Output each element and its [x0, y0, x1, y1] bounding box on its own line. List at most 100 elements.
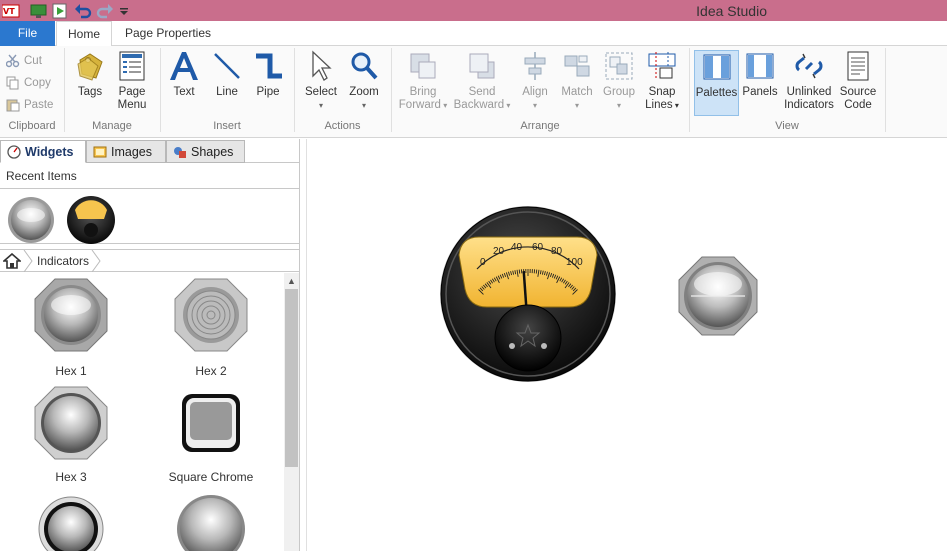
widget-hex-2[interactable]: Hex 2: [156, 277, 266, 378]
bring-forward-button[interactable]: Bring Forward ▾: [397, 50, 449, 112]
scroll-thumb[interactable]: [285, 289, 298, 467]
monitor-run-icon[interactable]: [30, 3, 48, 19]
tab-home[interactable]: Home: [56, 21, 112, 47]
gauge-tick-label: 20: [493, 246, 505, 257]
tags-label: Tags: [78, 86, 102, 98]
recent-hex-chrome-icon[interactable]: [8, 197, 54, 243]
group-label: Group: [603, 86, 635, 98]
gauge-widget-icon: [7, 145, 21, 159]
align-dropdown-icon: ▾: [533, 101, 537, 110]
tab-images[interactable]: Images: [86, 140, 166, 163]
widget-round-chrome[interactable]: [16, 491, 126, 551]
send-backward-label-line2: Backward: [454, 99, 505, 111]
breadcrumb-indicators[interactable]: Indicators: [37, 254, 89, 268]
send-backward-dropdown-icon: ▾: [504, 101, 510, 110]
tab-widgets-label: Widgets: [25, 141, 74, 163]
tags-button[interactable]: Tags: [72, 50, 108, 99]
insert-group-label: Insert: [160, 120, 294, 132]
palette-tabs: Widgets Images Shapes: [0, 139, 300, 163]
cursor-arrow-icon: [305, 50, 337, 82]
cut-button[interactable]: Cut: [6, 54, 42, 68]
group-button[interactable]: Group ▾: [601, 50, 637, 112]
page-menu-label-line1: Page: [119, 86, 146, 98]
align-button[interactable]: Align ▾: [517, 50, 553, 112]
gauge-knob: [495, 305, 561, 371]
gauge-tick: [536, 270, 537, 274]
line-button[interactable]: Line: [211, 50, 243, 99]
bring-forward-dropdown-icon: ▾: [441, 101, 447, 110]
vu-meter-gauge[interactable]: 0 20 40 60 80 100: [440, 206, 616, 382]
gauge-tick-label: 80: [551, 246, 563, 257]
match-icon: [561, 50, 593, 82]
send-backward-button[interactable]: Send Backward ▾: [453, 50, 511, 112]
source-code-icon: [842, 50, 874, 82]
text-icon: [168, 50, 200, 82]
square-chrome-icon: [173, 385, 249, 461]
panels-label: Panels: [742, 86, 777, 98]
unlinked-indicators-button[interactable]: Unlinked Indicators: [783, 50, 835, 112]
panels-icon: [744, 50, 776, 82]
home-icon[interactable]: [3, 253, 21, 269]
panels-button[interactable]: Panels: [741, 50, 779, 99]
design-canvas[interactable]: 0 20 40 60 80 100: [306, 139, 947, 551]
copy-icon: [6, 76, 20, 90]
match-label: Match: [561, 86, 592, 98]
actions-group-label: Actions: [294, 120, 391, 132]
group-dropdown-icon: ▾: [617, 101, 621, 110]
paste-button[interactable]: Paste: [6, 98, 53, 112]
page-menu-label-line2: Menu: [118, 99, 147, 111]
align-label: Align: [522, 86, 548, 98]
paste-label: Paste: [24, 99, 53, 111]
select-dropdown-icon: ▾: [319, 101, 323, 110]
bring-forward-label-line1: Bring: [410, 86, 437, 98]
breadcrumb: Indicators: [0, 249, 300, 272]
shapes-icon: [173, 145, 187, 159]
text-label: Text: [173, 86, 194, 98]
window-title: Idea Studio: [0, 0, 947, 21]
play-icon[interactable]: [52, 3, 68, 19]
page-menu-icon: [116, 50, 148, 82]
clipboard-group-label: Clipboard: [0, 120, 64, 132]
tab-images-label: Images: [111, 141, 152, 163]
match-button[interactable]: Match ▾: [559, 50, 595, 112]
tab-shapes[interactable]: Shapes: [166, 140, 245, 163]
line-icon: [211, 50, 243, 82]
gallery-scrollbar[interactable]: ▲: [284, 273, 299, 551]
snap-lines-dropdown-icon: ▾: [673, 101, 679, 110]
palettes-button[interactable]: Palettes: [694, 50, 739, 116]
magnifier-icon: [348, 50, 380, 82]
widget-hex-1[interactable]: Hex 1: [16, 277, 126, 378]
text-button[interactable]: Text: [168, 50, 200, 99]
hex-3-label: Hex 3: [16, 470, 126, 484]
scissors-icon: [6, 54, 20, 68]
scroll-up-icon[interactable]: ▲: [284, 273, 299, 289]
select-button[interactable]: Select ▾: [303, 50, 339, 112]
widget-square-chrome[interactable]: Square Chrome: [156, 385, 266, 484]
tag-icon: [74, 50, 106, 82]
copy-button[interactable]: Copy: [6, 76, 51, 90]
hex-2-icon: [173, 277, 249, 353]
page-menu-button[interactable]: Page Menu: [113, 50, 151, 112]
tab-file[interactable]: File: [0, 21, 55, 46]
snap-lines-label-line1: Snap: [649, 86, 676, 98]
recent-items-row: [0, 188, 300, 244]
tab-widgets[interactable]: Widgets: [0, 140, 86, 163]
customize-dropdown-icon[interactable]: [118, 3, 130, 19]
hex-chrome-indicator[interactable]: [679, 257, 757, 335]
tab-page-properties[interactable]: Page Properties: [118, 21, 218, 46]
recent-vu-meter-icon[interactable]: [67, 196, 115, 244]
undo-icon[interactable]: [74, 3, 92, 19]
pipe-button[interactable]: Pipe: [252, 50, 284, 99]
bring-forward-icon: [407, 50, 439, 82]
ribbon: Cut Copy Paste Clipboard Tags Page Menu …: [0, 46, 947, 138]
zoom-button[interactable]: Zoom ▾: [346, 50, 382, 112]
redo-icon[interactable]: [96, 3, 114, 19]
pipe-label: Pipe: [256, 86, 279, 98]
widget-round-grey[interactable]: [156, 491, 266, 551]
source-code-button[interactable]: Source Code: [837, 50, 879, 112]
source-code-label-line1: Source: [840, 86, 876, 98]
snap-lines-button[interactable]: Snap Lines ▾: [643, 50, 681, 112]
align-icon: [519, 50, 551, 82]
square-chrome-label: Square Chrome: [156, 470, 266, 484]
widget-hex-3[interactable]: Hex 3: [16, 385, 126, 484]
